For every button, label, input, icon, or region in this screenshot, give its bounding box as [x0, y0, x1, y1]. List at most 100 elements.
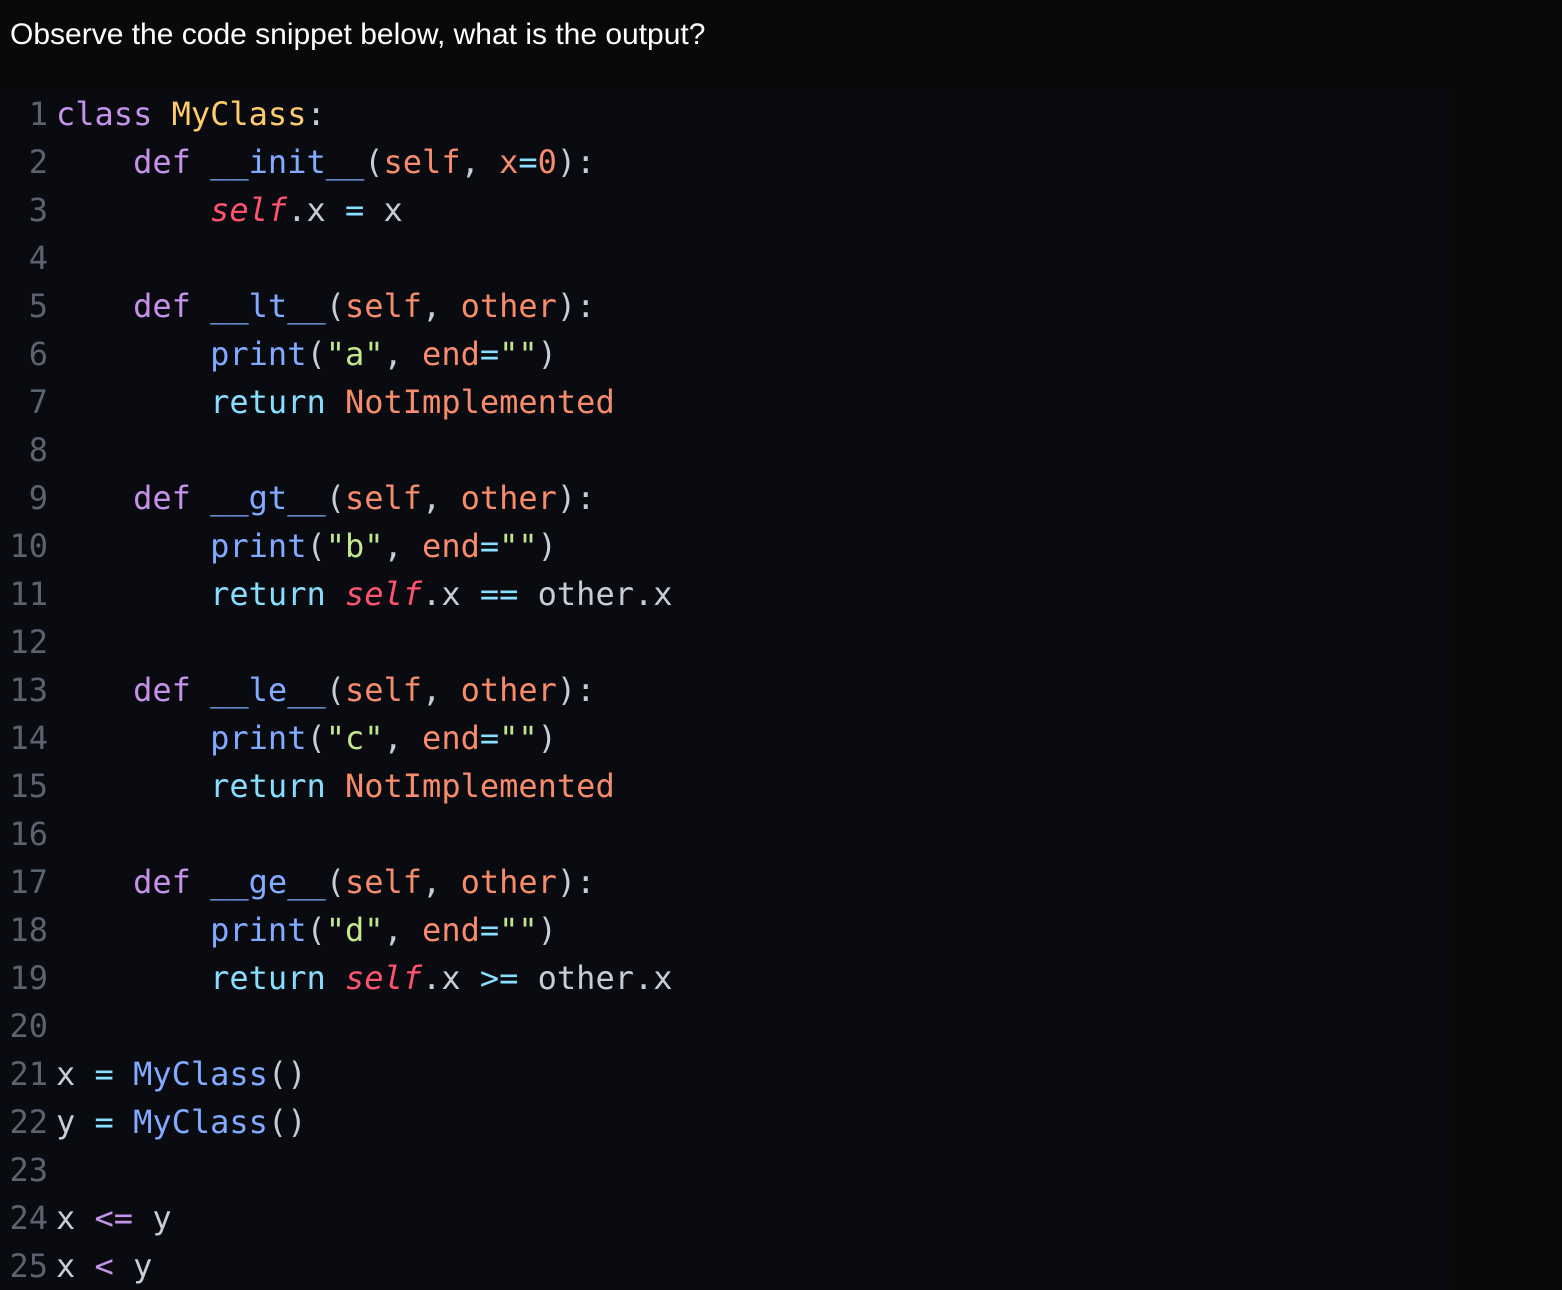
code-token: class	[56, 95, 153, 133]
code-token: =	[479, 911, 500, 949]
code-token: def	[133, 143, 191, 181]
code-token: <=	[94, 1199, 134, 1237]
code-token: end	[422, 911, 480, 949]
code-token: ,	[383, 911, 423, 949]
code-token: NotImplemented	[344, 383, 615, 421]
code-token: return	[210, 383, 326, 421]
code-line: 8	[0, 426, 673, 474]
code-token: (	[325, 671, 345, 709]
code-token: y	[113, 1247, 153, 1285]
code-token: ):	[556, 287, 596, 325]
code-token: ""	[499, 335, 538, 373]
code-token: print	[210, 911, 307, 949]
line-number: 23	[9, 1151, 48, 1189]
code-token: ):	[556, 479, 596, 517]
line-number: 15	[9, 767, 48, 805]
code-token: return	[210, 767, 326, 805]
code-token: .x	[422, 575, 480, 613]
code-token: ,	[383, 527, 423, 565]
code-token: NotImplemented	[344, 767, 615, 805]
line-number: 10	[9, 527, 48, 565]
code-line: 2 def __init__(self, x=0):	[0, 138, 673, 186]
code-token: print	[210, 335, 307, 373]
code-token: ()	[267, 1055, 307, 1093]
code-token: __lt__	[210, 287, 326, 325]
question-text: Observe the code snippet below, what is …	[10, 18, 706, 51]
code-token: return	[210, 575, 326, 613]
code-line: 25 x < y	[0, 1242, 673, 1290]
code-token: self	[344, 671, 423, 709]
code-line: 9 def __gt__(self, other):	[0, 474, 673, 522]
code-token: print	[210, 527, 307, 565]
code-token: __gt__	[210, 479, 326, 517]
code-token: "a"	[325, 335, 384, 373]
code-token: self	[344, 479, 423, 517]
line-number: 1	[28, 95, 48, 133]
line-number: 20	[9, 1007, 48, 1045]
code-line: 4	[0, 234, 673, 282]
line-number: 9	[28, 479, 48, 517]
code-token: y	[56, 1103, 95, 1141]
code-block: 1 class MyClass: 2 def __init__(self, x=0)…	[0, 88, 1450, 1290]
code-token: other	[460, 671, 557, 709]
code-token: 0	[537, 143, 557, 181]
code-line: 13 def __le__(self, other):	[0, 666, 673, 714]
code-token: =	[479, 527, 500, 565]
code-token: self	[210, 191, 288, 229]
code-token: .x	[422, 959, 480, 997]
line-number: 12	[9, 623, 48, 661]
code-token: =	[94, 1055, 114, 1093]
code-token: (	[325, 287, 345, 325]
code-line: 21 x = MyClass()	[0, 1050, 673, 1098]
code-token: ,	[422, 671, 461, 709]
code-token: (	[325, 863, 345, 901]
code-line: 18 print("d", end="")	[0, 906, 673, 954]
code-line: 22 y = MyClass()	[0, 1098, 673, 1146]
code-token: x	[364, 191, 403, 229]
code-token: =	[479, 719, 500, 757]
code-token: )	[537, 719, 557, 757]
code-token: return	[210, 959, 326, 997]
code-line: 17 def __ge__(self, other):	[0, 858, 673, 906]
line-number: 17	[9, 863, 48, 901]
code-token: __le__	[210, 671, 326, 709]
code-line: 1 class MyClass:	[0, 90, 673, 138]
line-number: 7	[28, 383, 48, 421]
line-number: 4	[28, 239, 48, 277]
code-line: 10 print("b", end="")	[0, 522, 673, 570]
code-token: (	[306, 527, 326, 565]
line-number: 6	[28, 335, 48, 373]
line-number: 25	[9, 1247, 48, 1285]
code-token: y	[133, 1199, 172, 1237]
code-line: 19 return self.x >= other.x	[0, 954, 672, 1002]
code-token: ,	[460, 143, 500, 181]
code-token: <	[94, 1247, 114, 1285]
code-token: x	[499, 143, 519, 181]
code-token: >=	[479, 959, 519, 997]
code-line: 23	[0, 1146, 673, 1194]
line-number: 21	[9, 1055, 48, 1093]
code-token: self	[344, 959, 423, 997]
code-token: end	[422, 335, 480, 373]
code-token: (	[306, 335, 326, 373]
line-number: 13	[9, 671, 48, 709]
